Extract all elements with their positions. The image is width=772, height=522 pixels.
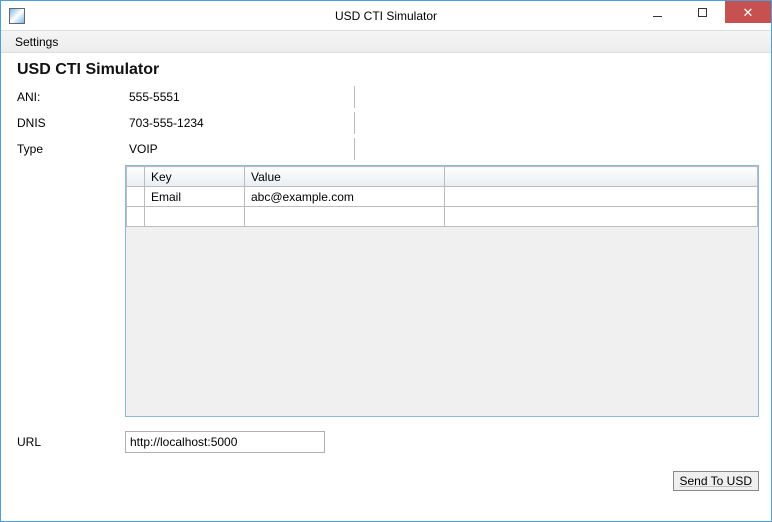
- app-icon: [9, 8, 25, 24]
- cell-filler: [445, 207, 758, 227]
- ani-input[interactable]: [125, 86, 355, 108]
- ani-label: ANI:: [13, 90, 125, 104]
- grid-col-key[interactable]: Key: [145, 167, 245, 187]
- key-value-grid[interactable]: Key Value Email abc@example.com: [125, 165, 759, 417]
- cell-key[interactable]: [145, 207, 245, 227]
- dnis-row: DNIS: [13, 111, 759, 135]
- footer: Send To USD: [1, 461, 771, 497]
- send-to-usd-button[interactable]: Send To USD: [673, 471, 760, 491]
- cell-key[interactable]: Email: [145, 187, 245, 207]
- cell-filler: [445, 187, 758, 207]
- close-button[interactable]: ✕: [725, 1, 771, 23]
- table-row-new[interactable]: [127, 207, 758, 227]
- cell-value[interactable]: [245, 207, 445, 227]
- content-area: USD CTI Simulator ANI: DNIS Type Key Val…: [1, 53, 771, 461]
- titlebar: USD CTI Simulator ✕: [1, 1, 771, 31]
- url-row: URL: [13, 431, 759, 453]
- grid-col-value[interactable]: Value: [245, 167, 445, 187]
- url-label: URL: [13, 435, 125, 449]
- type-label: Type: [13, 142, 125, 156]
- table-row[interactable]: Email abc@example.com: [127, 187, 758, 207]
- row-header[interactable]: [127, 207, 145, 227]
- maximize-button[interactable]: [680, 1, 725, 23]
- ani-row: ANI:: [13, 85, 759, 109]
- dnis-input[interactable]: [125, 112, 355, 134]
- menubar: Settings: [1, 31, 771, 53]
- dnis-label: DNIS: [13, 116, 125, 130]
- grid-corner: [127, 167, 145, 187]
- type-input[interactable]: [125, 138, 355, 160]
- grid-col-filler: [445, 167, 758, 187]
- menu-settings[interactable]: Settings: [7, 33, 66, 51]
- page-title: USD CTI Simulator: [13, 61, 759, 79]
- minimize-button[interactable]: [635, 1, 680, 23]
- cell-value[interactable]: abc@example.com: [245, 187, 445, 207]
- type-row: Type: [13, 137, 759, 161]
- row-header[interactable]: [127, 187, 145, 207]
- window-controls: ✕: [635, 1, 771, 30]
- url-input[interactable]: [125, 431, 325, 453]
